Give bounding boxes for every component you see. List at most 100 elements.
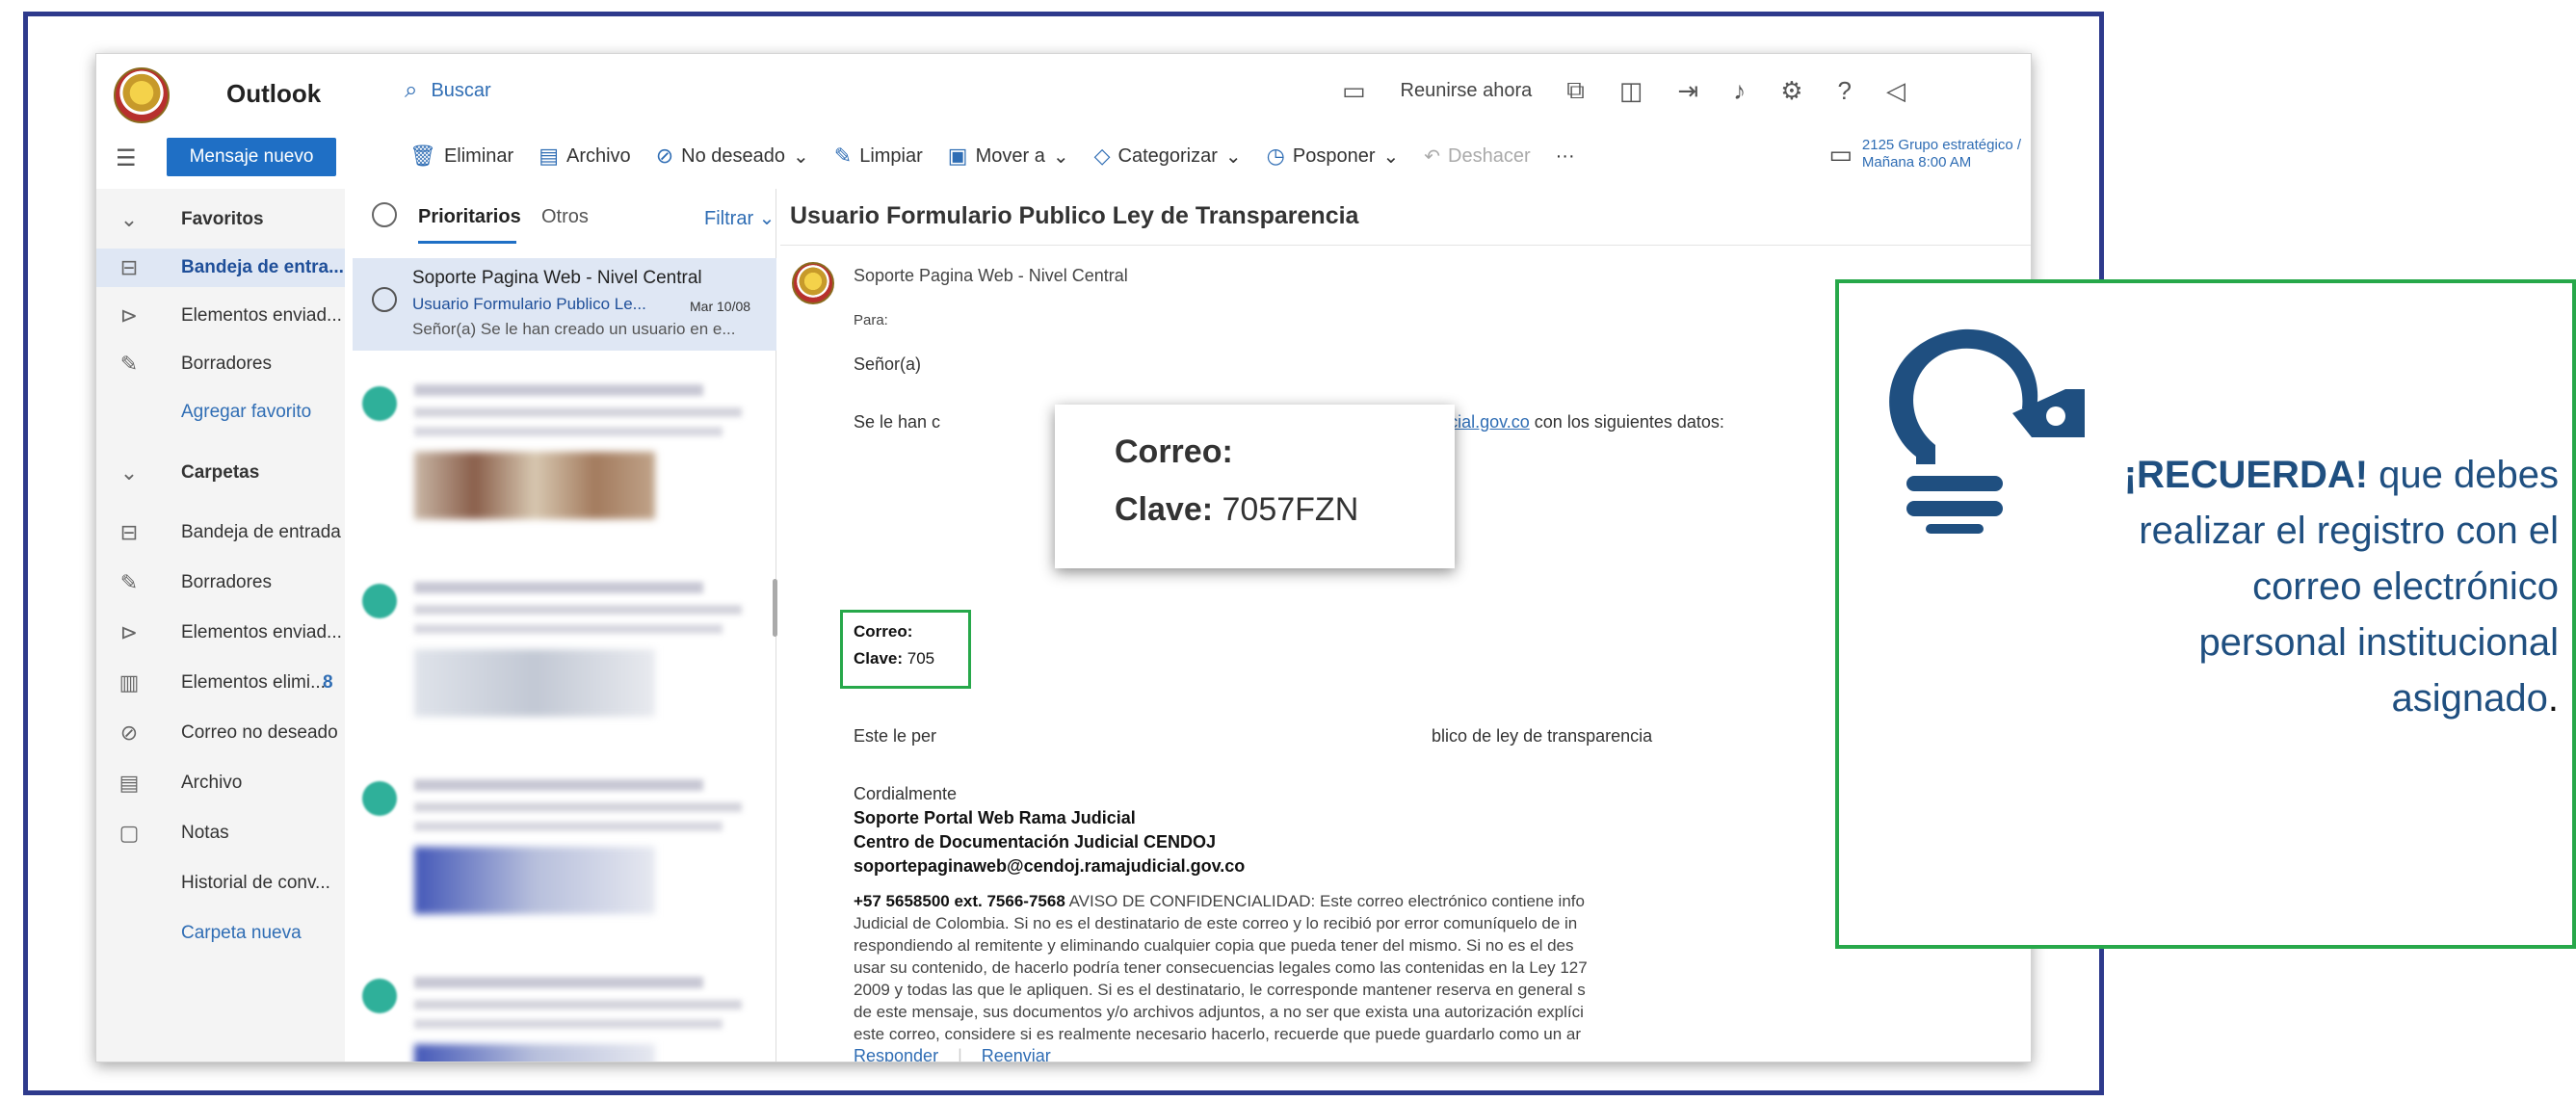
trash-icon: ▥ [118, 670, 140, 695]
tip-line-2: realizar el registro con el [2139, 510, 2559, 552]
categorize-button[interactable]: ◇ Categorizar ⌄ [1094, 144, 1242, 169]
scrollbar[interactable] [773, 579, 777, 637]
filter-button[interactable]: Filtrar ⌄ [704, 206, 775, 230]
sidebar-item-sent[interactable]: ⊳ Elementos enviad... [96, 614, 345, 652]
office-icon[interactable]: ◫ [1619, 76, 1643, 106]
credentials-zoom-callout: Correo: Clave: 7057FZN [1055, 405, 1455, 568]
blurred-line [414, 779, 703, 791]
blurred-attachment [414, 847, 655, 914]
archive-label: Archivo [565, 144, 631, 167]
password-row: Clave: 705 [854, 649, 934, 668]
sidebar-item-history[interactable]: Historial de conv... [96, 864, 345, 903]
forward-button[interactable]: Reenviar [982, 1046, 1051, 1062]
pencil-icon: ✎ [119, 352, 139, 376]
calendar-reminder-line1: 2125 Grupo estratégico / [1861, 137, 2021, 153]
select-all-checkbox[interactable] [372, 202, 397, 227]
list-item[interactable] [362, 969, 767, 1062]
folders-header[interactable]: ⌄ Carpetas [96, 454, 345, 492]
sidebar-item-inbox-favorite[interactable]: ⊟ Bandeja de entra... [96, 249, 345, 287]
teams-icon[interactable]: ⧉ [1566, 75, 1585, 106]
top-bar: Outlook ⌕ Buscar ▭ Reunirse ahora ⧉ ◫ ⇥ … [96, 54, 2031, 131]
pencil-icon: ✎ [119, 570, 139, 594]
video-icon[interactable]: ▭ [1342, 76, 1366, 106]
sidebar-item-label: Bandeja de entra... [181, 257, 344, 277]
chevron-down-icon: ⌄ [1382, 145, 1400, 168]
avatar [362, 979, 397, 1013]
sidebar-item-sent-favorite[interactable]: ⊳ Elementos enviad... [96, 297, 345, 335]
list-item[interactable] [362, 377, 767, 540]
sidebar-item-drafts[interactable]: ✎ Borradores [96, 564, 345, 602]
avatar [362, 386, 397, 421]
password-partial: 705 [907, 649, 935, 668]
archive-icon: ▤ [539, 144, 559, 168]
reply-button[interactable]: Responder [854, 1046, 938, 1062]
block-icon: ⊘ [119, 721, 139, 745]
meet-now-button[interactable]: Reunirse ahora [1401, 80, 1533, 102]
zoom-password-row: Clave: 7057FZN [1115, 491, 1358, 529]
confidentiality-notice: +57 5658500 ext. 7566-7568 AVISO DE CONF… [854, 890, 1769, 1045]
list-item[interactable] [362, 574, 767, 738]
favorites-header[interactable]: ⌄ Favoritos [96, 200, 345, 239]
body-line-2-end: blico de ley de transparencia [1432, 726, 1653, 746]
sidebar-item-deleted[interactable]: ▥ Elementos elimi... 8 [96, 664, 345, 702]
message-subject: Usuario Formulario Publico Le... [412, 295, 646, 313]
add-favorite-link[interactable]: Agregar favorito [96, 393, 345, 432]
sidebar-item-archive[interactable]: ▤ Archivo [96, 764, 345, 802]
bell-icon[interactable]: ♪ [1733, 76, 1746, 106]
megaphone-icon[interactable]: ◁ [1886, 76, 1906, 106]
chevron-down-icon: ⌄ [119, 207, 139, 231]
divider [780, 245, 2031, 246]
disclaimer-text: AVISO DE CONFIDENCIALIDAD: Este correo e… [1068, 892, 1585, 910]
sidebar-item-label: Bandeja de entrada [181, 522, 341, 542]
trash-icon: 🗑 [409, 144, 436, 168]
tip-line-4: personal institucional [2198, 621, 2559, 664]
archive-button[interactable]: ▤ Archivo [539, 144, 631, 169]
select-radio[interactable] [372, 287, 397, 312]
top-actions: ▭ Reunirse ahora ⧉ ◫ ⇥ ♪ ⚙ ? ◁ [1342, 75, 1906, 106]
move-label: Mover a [975, 144, 1045, 167]
sidebar-item-junk[interactable]: ⊘ Correo no deseado [96, 714, 345, 752]
list-item-selected[interactable]: Soporte Pagina Web - Nivel Central Usuar… [353, 258, 776, 351]
filter-label: Filtrar [704, 208, 754, 229]
blurred-line [414, 605, 742, 615]
new-message-button[interactable]: Mensaje nuevo [167, 138, 336, 176]
tab-other[interactable]: Otros [541, 206, 589, 228]
categorize-label: Categorizar [1117, 144, 1218, 167]
sweep-button[interactable]: ✎ Limpiar [834, 144, 923, 169]
share-icon[interactable]: ⇥ [1677, 76, 1698, 106]
tip-text-part: que debes [2368, 454, 2559, 496]
folders-label: Carpetas [181, 462, 260, 483]
body-line-1-start: Se le han c [854, 412, 941, 432]
zoom-password-label: Clave: [1115, 491, 1214, 528]
undo-label: Deshacer [1448, 144, 1531, 167]
delete-button[interactable]: 🗑 Eliminar [409, 144, 513, 169]
closing: Cordialmente [854, 784, 958, 803]
junk-button[interactable]: ⊘ No deseado ⌄ [656, 144, 809, 169]
search-box[interactable]: ⌕ Buscar [405, 77, 491, 104]
more-button[interactable]: ··· [1556, 145, 1575, 168]
password-label: Clave: [854, 649, 904, 668]
search-icon: ⌕ [405, 77, 418, 103]
sidebar-item-drafts-favorite[interactable]: ✎ Borradores [96, 345, 345, 383]
add-favorite-label: Agregar favorito [181, 402, 312, 422]
blurred-line [414, 624, 723, 634]
tab-focused[interactable]: Prioritarios [418, 206, 521, 228]
hamburger-icon[interactable]: ☰ [116, 144, 137, 172]
disclaimer-line: este correo, considere si es realmente n… [854, 1025, 1582, 1043]
new-folder-link[interactable]: Carpeta nueva [96, 914, 345, 953]
list-item[interactable] [362, 772, 767, 935]
calendar-reminder-line2: Mañana 8:00 AM [1861, 154, 1972, 170]
tip-line-5: asignado. [1961, 670, 2560, 726]
message-date: Mar 10/08 [690, 299, 751, 314]
blurred-line [414, 384, 703, 396]
snooze-button[interactable]: ◷ Posponer ⌄ [1267, 144, 1400, 169]
sidebar-item-inbox[interactable]: ⊟ Bandeja de entrada [96, 513, 345, 552]
undo-button[interactable]: ↶ Deshacer [1424, 144, 1530, 169]
gear-icon[interactable]: ⚙ [1780, 76, 1802, 106]
new-folder-label: Carpeta nueva [181, 923, 302, 943]
calendar-reminder[interactable]: ▭ 2125 Grupo estratégico / Mañana 8:00 A… [1828, 137, 2021, 171]
sidebar-item-label: Elementos enviad... [181, 622, 342, 642]
move-button[interactable]: ▣ Mover a ⌄ [948, 144, 1069, 169]
help-icon[interactable]: ? [1838, 76, 1852, 106]
sidebar-item-notes[interactable]: ▢ Notas [96, 814, 345, 852]
